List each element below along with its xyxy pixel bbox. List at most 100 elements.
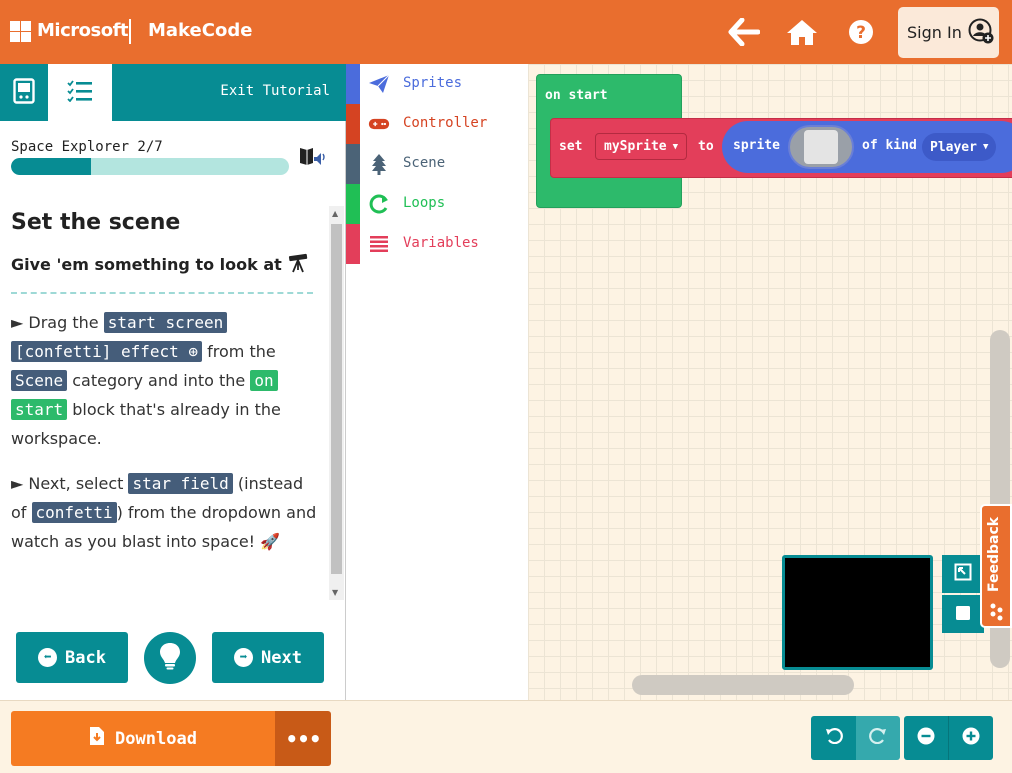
code-snippet: on — [250, 370, 278, 391]
blocks-workspace[interactable]: on start set mySprite ▼ to sprite of kin… — [528, 64, 1012, 700]
feedback-dots-icon — [988, 602, 1006, 626]
category-color-bar — [346, 104, 360, 144]
bullet-arrow: ► — [11, 313, 24, 332]
tutorial-progress-bar — [11, 158, 289, 175]
top-bar: Microsoft MakeCode ? Sign In — [0, 0, 1012, 64]
tree-icon — [368, 154, 390, 175]
code-snippet: [confetti] effect ⊕ — [11, 341, 203, 362]
simulator-tab[interactable] — [0, 64, 48, 121]
category-label: Loops — [403, 195, 446, 211]
checklist-icon — [67, 79, 93, 106]
home-icon[interactable] — [785, 15, 819, 49]
feedback-label: Feedback — [986, 516, 1002, 592]
category-color-bar — [346, 224, 360, 264]
sprite-image-picker[interactable] — [788, 125, 854, 169]
brand-divider — [129, 19, 131, 44]
toolbox-category-sprites[interactable]: Sprites — [346, 64, 528, 104]
stop-simulator-button[interactable] — [942, 595, 984, 633]
sign-in-label: Sign In — [907, 23, 962, 42]
back-arrow-icon[interactable] — [727, 15, 761, 49]
scroll-down-icon[interactable]: ▼ — [332, 588, 338, 597]
code-snippet: start screen — [103, 312, 228, 333]
stop-icon — [956, 605, 970, 624]
category-label: Controller — [403, 115, 488, 131]
sprite-image-preview — [804, 130, 838, 164]
kind-value: Player — [930, 139, 977, 155]
instruction-step-2: ► Next, select star field (instead of co… — [11, 469, 318, 556]
kind-dropdown[interactable]: Player ▼ — [922, 133, 997, 161]
code-snippet: star field — [128, 473, 233, 494]
text-segment: Drag the — [23, 313, 104, 332]
expand-icon — [954, 563, 972, 585]
tutorial-header: Exit Tutorial — [0, 64, 346, 121]
feedback-button[interactable]: Feedback — [980, 504, 1012, 628]
category-color-bar — [346, 184, 360, 224]
undo-icon — [825, 728, 843, 748]
redo-button[interactable] — [856, 716, 900, 760]
bullet-arrow: ► — [11, 474, 24, 493]
sprite-create-block[interactable]: sprite of kind Player ▼ — [722, 121, 1012, 173]
toolbox-category-loops[interactable]: Loops — [346, 184, 528, 224]
dropdown-caret-icon: ▼ — [982, 142, 989, 152]
on-start-label: on start — [545, 88, 608, 103]
tutorial-scrollbar[interactable]: ▲ ▼ — [329, 206, 344, 600]
toolbox-category-scene[interactable]: Scene — [346, 144, 528, 184]
scroll-up-icon[interactable]: ▲ — [332, 209, 338, 218]
lightbulb-icon — [159, 642, 181, 674]
redo-icon — [869, 728, 887, 748]
toolbox-category-variables[interactable]: Variables — [346, 224, 528, 264]
tutorial-subtitle: Give 'em something to look at — [11, 253, 318, 274]
bottom-toolbar: Download ••• — [0, 700, 1012, 773]
block-toolbox: Sprites Controller Scene Loops Variables — [346, 64, 528, 700]
category-label: Variables — [403, 235, 479, 251]
mini-simulator-screen[interactable] — [782, 555, 933, 670]
text-segment: category and into the — [67, 371, 251, 390]
sprite-label: sprite — [733, 138, 780, 153]
tutorial-content: Set the scene Give 'em something to look… — [0, 204, 329, 604]
sign-in-button[interactable]: Sign In — [898, 7, 999, 58]
category-color-bar — [346, 64, 360, 104]
tutorial-title: Set the scene — [11, 210, 181, 235]
variable-dropdown[interactable]: mySprite ▼ — [595, 133, 688, 160]
paper-plane-icon — [368, 74, 390, 94]
undo-button[interactable] — [811, 716, 856, 760]
subtitle-text: Give 'em something to look at — [11, 255, 282, 274]
dropdown-caret-icon: ▼ — [672, 141, 679, 152]
text-segment: Next, select — [23, 474, 129, 493]
category-label: Scene — [403, 155, 446, 171]
list-icon — [368, 234, 390, 254]
device-icon — [13, 77, 35, 108]
next-label: Next — [261, 647, 302, 668]
code-snippet: start — [11, 399, 68, 420]
download-label: Download — [115, 728, 197, 749]
zoom-out-icon — [917, 727, 935, 749]
code-snippet: confetti — [31, 502, 117, 523]
more-options-button[interactable]: ••• — [275, 711, 331, 766]
back-button[interactable]: ⬅ Back — [16, 632, 128, 683]
loop-arrow-icon — [368, 194, 390, 214]
zoom-out-button[interactable] — [904, 716, 949, 760]
hint-button[interactable] — [144, 632, 196, 684]
scrollbar-thumb[interactable] — [331, 224, 342, 574]
tutorial-tab[interactable] — [48, 64, 112, 121]
of-kind-label: of kind — [862, 138, 917, 153]
toolbox-category-controller[interactable]: Controller — [346, 104, 528, 144]
workspace-horizontal-scrollbar[interactable] — [632, 675, 854, 695]
zoom-in-button[interactable] — [949, 716, 993, 760]
arrow-right-circle-icon: ➡ — [234, 648, 254, 667]
download-button[interactable]: Download — [11, 711, 275, 766]
tutorial-panel: Exit Tutorial Space Explorer 2/7 Set the… — [0, 64, 346, 700]
exit-tutorial-button[interactable]: Exit Tutorial — [220, 83, 330, 99]
brand-label: Microsoft — [37, 20, 129, 41]
expand-simulator-button[interactable] — [942, 555, 984, 593]
product-label[interactable]: MakeCode — [148, 20, 252, 41]
to-label: to — [698, 139, 714, 154]
back-label: Back — [65, 647, 106, 668]
step-counter: Space Explorer 2/7 — [11, 139, 163, 155]
help-icon[interactable]: ? — [844, 15, 878, 49]
set-sprite-block[interactable]: set mySprite ▼ to sprite of kind Player … — [550, 118, 1012, 178]
text-segment: from the — [202, 342, 276, 361]
next-button[interactable]: ➡ Next — [212, 632, 324, 683]
read-aloud-icon[interactable] — [298, 145, 326, 173]
category-color-bar — [346, 144, 360, 184]
